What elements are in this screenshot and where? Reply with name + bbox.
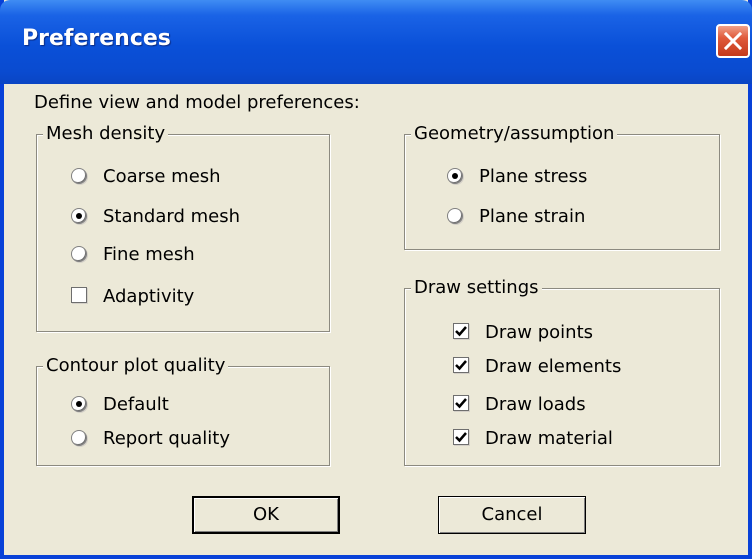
window-title: Preferences: [22, 26, 171, 51]
radio-label: Report quality: [103, 428, 230, 449]
checkbox-label: Draw points: [485, 322, 594, 343]
checkbox-label: Draw elements: [485, 356, 622, 377]
checkbox[interactable]: [453, 323, 469, 339]
checkmark-icon: [455, 326, 467, 337]
checkbox[interactable]: [453, 357, 469, 373]
radio-label: Standard mesh: [103, 206, 241, 227]
draw-settings-title: Draw settings: [411, 276, 542, 300]
radio-button[interactable]: [71, 208, 87, 224]
title-bar[interactable]: Preferences: [0, 0, 752, 84]
radio-button[interactable]: [71, 430, 87, 446]
close-button[interactable]: [716, 24, 750, 58]
draw-settings-group: Draw settings Draw points Draw elements …: [404, 276, 720, 466]
radio-label: Plane strain: [479, 206, 586, 227]
close-icon: [724, 32, 742, 50]
geometry-title: Geometry/assumption: [411, 122, 618, 146]
radio-label: Default: [103, 394, 169, 415]
radio-button[interactable]: [71, 168, 87, 184]
checkbox-label: Draw material: [485, 428, 613, 449]
checkbox[interactable]: [453, 429, 469, 445]
contour-quality-group: Contour plot quality Default Report qual…: [36, 354, 330, 466]
radio-label: Coarse mesh: [103, 166, 221, 187]
ok-button[interactable]: OK: [192, 496, 340, 534]
checkbox-label: Adaptivity: [103, 286, 195, 307]
geometry-group: Geometry/assumption Plane stress Plane s…: [404, 122, 720, 250]
checkbox-label: Draw loads: [485, 394, 586, 415]
radio-button[interactable]: [71, 246, 87, 262]
intro-text: Define view and model preferences:: [34, 92, 360, 113]
contour-quality-title: Contour plot quality: [43, 354, 229, 378]
checkmark-icon: [455, 432, 467, 443]
checkbox[interactable]: [453, 395, 469, 411]
checkbox[interactable]: [71, 287, 87, 303]
mesh-density-group: Mesh density Coarse mesh Standard mesh F…: [36, 122, 330, 332]
radio-label: Fine mesh: [103, 244, 195, 265]
dialog-body: Define view and model preferences: Mesh …: [4, 84, 748, 555]
mesh-density-title: Mesh density: [43, 122, 169, 146]
radio-button[interactable]: [447, 168, 463, 184]
radio-button[interactable]: [71, 396, 87, 412]
radio-button[interactable]: [447, 208, 463, 224]
checkmark-icon: [455, 360, 467, 371]
checkmark-icon: [455, 398, 467, 409]
radio-label: Plane stress: [479, 166, 588, 187]
cancel-button[interactable]: Cancel: [438, 496, 586, 534]
